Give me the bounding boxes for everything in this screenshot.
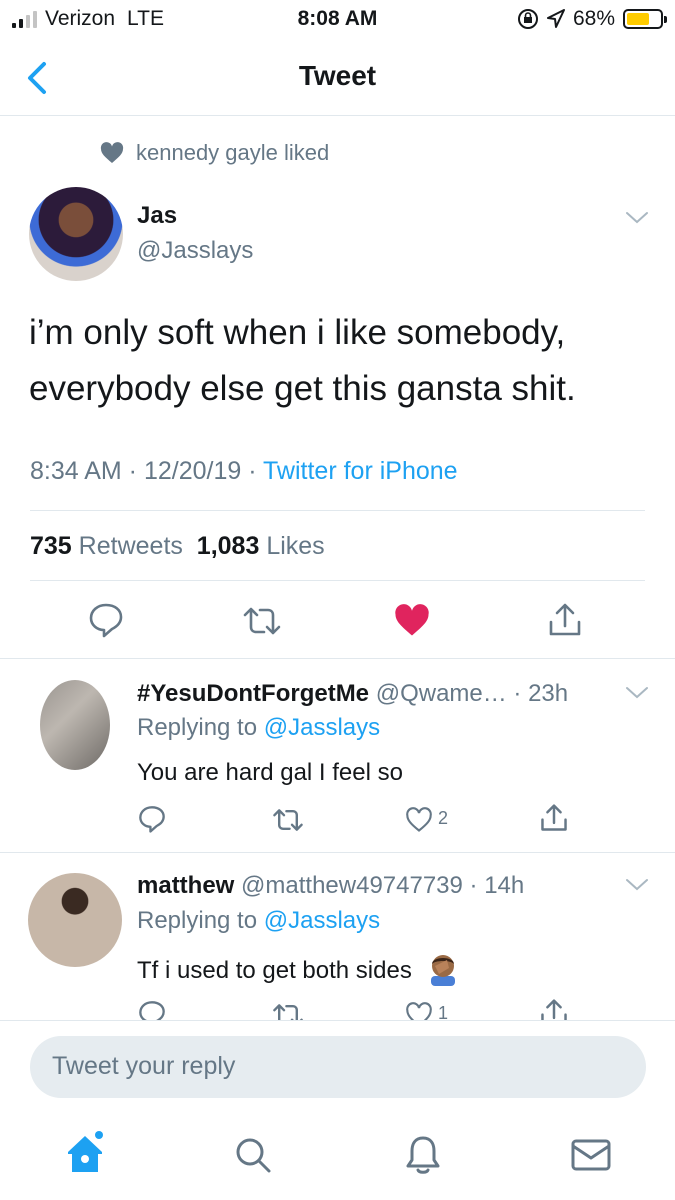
facepalm-emoji-icon: [430, 955, 455, 986]
share-icon[interactable]: [548, 602, 582, 638]
reply-icon[interactable]: [88, 602, 124, 638]
replying-to-mention[interactable]: @Jasslays: [264, 907, 380, 934]
reply-text-content: Tf i used to get both sides: [137, 957, 412, 984]
tweet-text-line: i’m only soft when i like somebody,: [29, 313, 566, 352]
social-context: kennedy gayle liked: [100, 140, 329, 166]
reply-input-placeholder: Tweet your reply: [52, 1052, 236, 1080]
battery-percent: 68%: [572, 7, 615, 30]
divider: [0, 658, 675, 659]
author-name[interactable]: Jas: [137, 202, 177, 230]
replying-to: Replying to @Jasslays: [137, 714, 380, 742]
replying-to-mention[interactable]: @Jasslays: [264, 714, 380, 741]
reply-author-name[interactable]: #YesuDontForgetMe: [137, 680, 369, 707]
chevron-down-icon[interactable]: [625, 686, 649, 700]
reply-text: Tf i used to get both sides: [137, 952, 461, 986]
reply-author-handle[interactable]: @Qwame… · 23h: [376, 680, 568, 707]
tweet-timestamp: 8:34 AM · 12/20/19 ·: [30, 457, 264, 485]
divider: [30, 580, 645, 581]
like-icon[interactable]: [405, 807, 433, 833]
retweet-icon[interactable]: [272, 1003, 304, 1020]
social-context-text: kennedy gayle liked: [136, 140, 330, 165]
reply-actions-partial: 1: [0, 985, 675, 1020]
author-avatar[interactable]: [29, 187, 123, 281]
chevron-down-icon[interactable]: [625, 211, 649, 225]
tweet-meta: 8:34 AM · 12/20/19 · Twitter for iPhone: [30, 457, 458, 486]
like-icon[interactable]: [405, 1002, 433, 1020]
reply-icon[interactable]: [138, 804, 166, 834]
tweet-text: i’m only soft when i like somebody, ever…: [29, 305, 649, 417]
likes-count[interactable]: 1,083: [197, 532, 260, 560]
like-filled-icon[interactable]: [394, 604, 430, 637]
heart-icon: [100, 142, 124, 163]
search-icon[interactable]: [234, 1136, 272, 1174]
reply-avatar[interactable]: [40, 680, 110, 770]
retweet-icon[interactable]: [242, 606, 282, 636]
share-icon[interactable]: [540, 803, 568, 833]
reply-header: #YesuDontForgetMe @Qwame… · 23h: [137, 680, 568, 708]
divider: [0, 852, 675, 853]
replying-to-label: Replying to: [137, 907, 264, 934]
likes-label[interactable]: Likes: [266, 532, 324, 560]
reply-like-count: 1: [438, 1003, 449, 1020]
retweet-icon[interactable]: [272, 808, 304, 832]
status-bar: Verizon LTE 8:08 AM 68%: [0, 0, 675, 40]
reply-header: matthew @matthew49747739 · 14h: [137, 872, 524, 900]
reply-icon[interactable]: [138, 999, 166, 1020]
tweet-text-line: everybody else get this gansta shit.: [29, 369, 576, 408]
page-title: Tweet: [298, 60, 377, 91]
location-icon: [546, 9, 565, 28]
reply-text: You are hard gal I feel so: [137, 759, 403, 786]
author-handle[interactable]: @Jasslays: [137, 237, 253, 265]
divider: [30, 510, 645, 511]
messages-envelope-icon[interactable]: [570, 1138, 612, 1172]
reply-like-count: 2: [438, 808, 449, 828]
battery-icon: [623, 9, 667, 29]
home-icon[interactable]: [64, 1130, 106, 1174]
orientation-lock-icon: [517, 9, 538, 29]
navigation-bar: Tweet: [0, 40, 675, 116]
reply-avatar[interactable]: [28, 873, 122, 967]
share-icon[interactable]: [540, 998, 568, 1020]
tweet-source-link[interactable]: Twitter for iPhone: [263, 457, 458, 485]
notifications-bell-icon[interactable]: [404, 1134, 442, 1176]
chevron-down-icon[interactable]: [625, 878, 649, 892]
reply-input[interactable]: Tweet your reply: [30, 1036, 646, 1098]
replying-to-label: Replying to: [137, 714, 264, 741]
reply-author-handle[interactable]: @matthew49747739 · 14h: [241, 872, 524, 899]
replying-to: Replying to @Jasslays: [137, 907, 380, 935]
reply-author-name[interactable]: matthew: [137, 872, 234, 899]
tweet-stats: 735 Retweets 1,083 Likes: [30, 532, 325, 561]
divider: [0, 1020, 675, 1021]
retweets-count[interactable]: 735: [30, 532, 72, 560]
retweets-label[interactable]: Retweets: [79, 532, 183, 560]
